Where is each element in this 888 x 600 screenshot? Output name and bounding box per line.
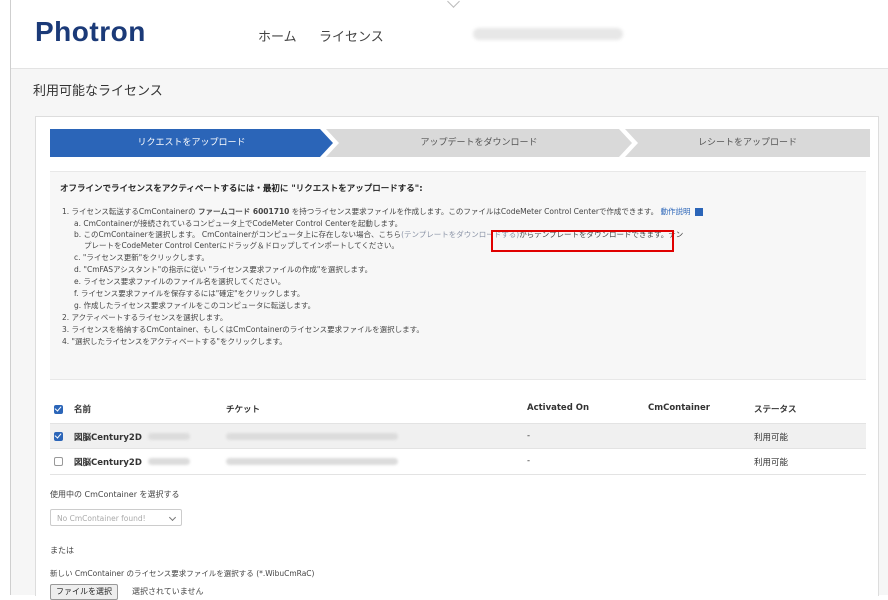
- cmcontainer-select[interactable]: No CmContainer found!: [50, 509, 182, 526]
- row-checkbox[interactable]: [54, 457, 63, 466]
- license-name: 図脳Century2D: [74, 458, 142, 468]
- instruction-step-1d: d. "CmFASアシスタント"の指示に従い "ライセンス要求ファイルの作成"を…: [74, 265, 373, 274]
- container-select-label: 使用中の CmContainer を選択する: [50, 490, 180, 499]
- highlight-box: [491, 230, 674, 252]
- table-row[interactable]: 図脳Century2D - 利用可能: [50, 423, 866, 449]
- col-name[interactable]: 名前: [74, 403, 91, 415]
- license-panel: リクエストをアップロード アップデートをダウンロード レシートをアップロード オ…: [35, 116, 879, 600]
- col-status[interactable]: ステータス: [754, 403, 797, 415]
- instruction-step-1: 1. ライセンス転送するCmContainerの ファームコード 6001710…: [62, 206, 703, 217]
- activated-on: -: [527, 431, 531, 441]
- how-to-link[interactable]: 動作説明: [661, 207, 691, 216]
- header: Photron ホーム ライセンス: [11, 0, 888, 69]
- nav-license[interactable]: ライセンス: [319, 26, 384, 45]
- instruction-step-1c: c. "ライセンス更新"をクリックします。: [74, 253, 209, 262]
- step-download-update[interactable]: アップデートをダウンロード: [326, 129, 632, 157]
- row-checkbox[interactable]: [54, 432, 63, 441]
- instructions-title: オフラインでライセンスをアクティベートするには・最初に "リクエストをアップロー…: [60, 184, 423, 194]
- instructions-box: オフラインでライセンスをアクティベートするには・最初に "リクエストをアップロー…: [50, 171, 866, 380]
- instruction-step-1a: a. CmContainerが接続されているコンピュータ上でCodeMeter …: [74, 219, 403, 228]
- license-id-blurred: [148, 433, 190, 440]
- app-frame: Photron ホーム ライセンス 利用可能なライセンス リクエストをアップロー…: [10, 0, 888, 600]
- step-upload-request[interactable]: リクエストをアップロード: [50, 129, 333, 157]
- wizard-steps: リクエストをアップロード アップデートをダウンロード レシートをアップロード: [50, 129, 870, 157]
- col-ticket[interactable]: チケット: [226, 403, 260, 415]
- ticket-blurred: [226, 458, 398, 465]
- table-row[interactable]: 図脳Century2D - 利用可能: [50, 448, 866, 475]
- help-doc-icon[interactable]: [694, 208, 703, 216]
- status-text: 利用可能: [754, 458, 789, 468]
- chevron-down-icon: [168, 513, 177, 522]
- file-status: 選択されていません: [132, 587, 204, 596]
- license-name: 図脳Century2D: [74, 433, 142, 443]
- status-text: 利用可能: [754, 433, 789, 443]
- firm-code: ファームコード 6001710: [197, 207, 290, 216]
- nav-home[interactable]: ホーム: [258, 26, 297, 45]
- license-id-blurred: [148, 458, 190, 465]
- cmcontainer-select-value: No CmContainer found!: [57, 514, 146, 523]
- col-activated-on[interactable]: Activated On: [527, 403, 589, 413]
- instruction-step-3: 3. ライセンスを格納するCmContainer、もしくはCmContainer…: [62, 325, 424, 334]
- photron-logo[interactable]: Photron: [35, 16, 146, 48]
- select-all-checkbox[interactable]: [54, 405, 63, 414]
- instruction-step-1e: e. ライセンス要求ファイルのファイル名を選択してください。: [74, 277, 286, 286]
- or-label: または: [50, 546, 74, 555]
- col-cmcontainer[interactable]: CmContainer: [648, 403, 710, 413]
- instruction-step-1g: g. 作成したライセンス要求ファイルをこのコンピュータに転送します。: [74, 301, 316, 310]
- step-upload-receipt[interactable]: レシートをアップロード: [625, 129, 870, 157]
- page-title: 利用可能なライセンス: [33, 84, 163, 99]
- ticket-blurred: [226, 433, 398, 440]
- instruction-step-4: 4. "選択したライセンスをアクティベートする"をクリックします。: [62, 337, 287, 346]
- choose-file-button[interactable]: ファイルを選択: [50, 584, 118, 600]
- file-select-label: 新しい CmContainer のライセンス要求ファイルを選択する (*.Wib…: [50, 569, 315, 578]
- instruction-step-1f: f. ライセンス要求ファイルを保存するには"確定"をクリックします。: [74, 289, 305, 298]
- collapse-caret-icon[interactable]: [447, 0, 460, 8]
- instruction-step-1b-cont: プレートをCodeMeter Control Centerにドラッグ＆ドロップし…: [84, 241, 399, 250]
- activated-on: -: [527, 456, 531, 466]
- user-account-blurred[interactable]: [473, 28, 623, 40]
- instruction-step-2: 2. アクティベートするライセンスを選択します。: [62, 313, 228, 322]
